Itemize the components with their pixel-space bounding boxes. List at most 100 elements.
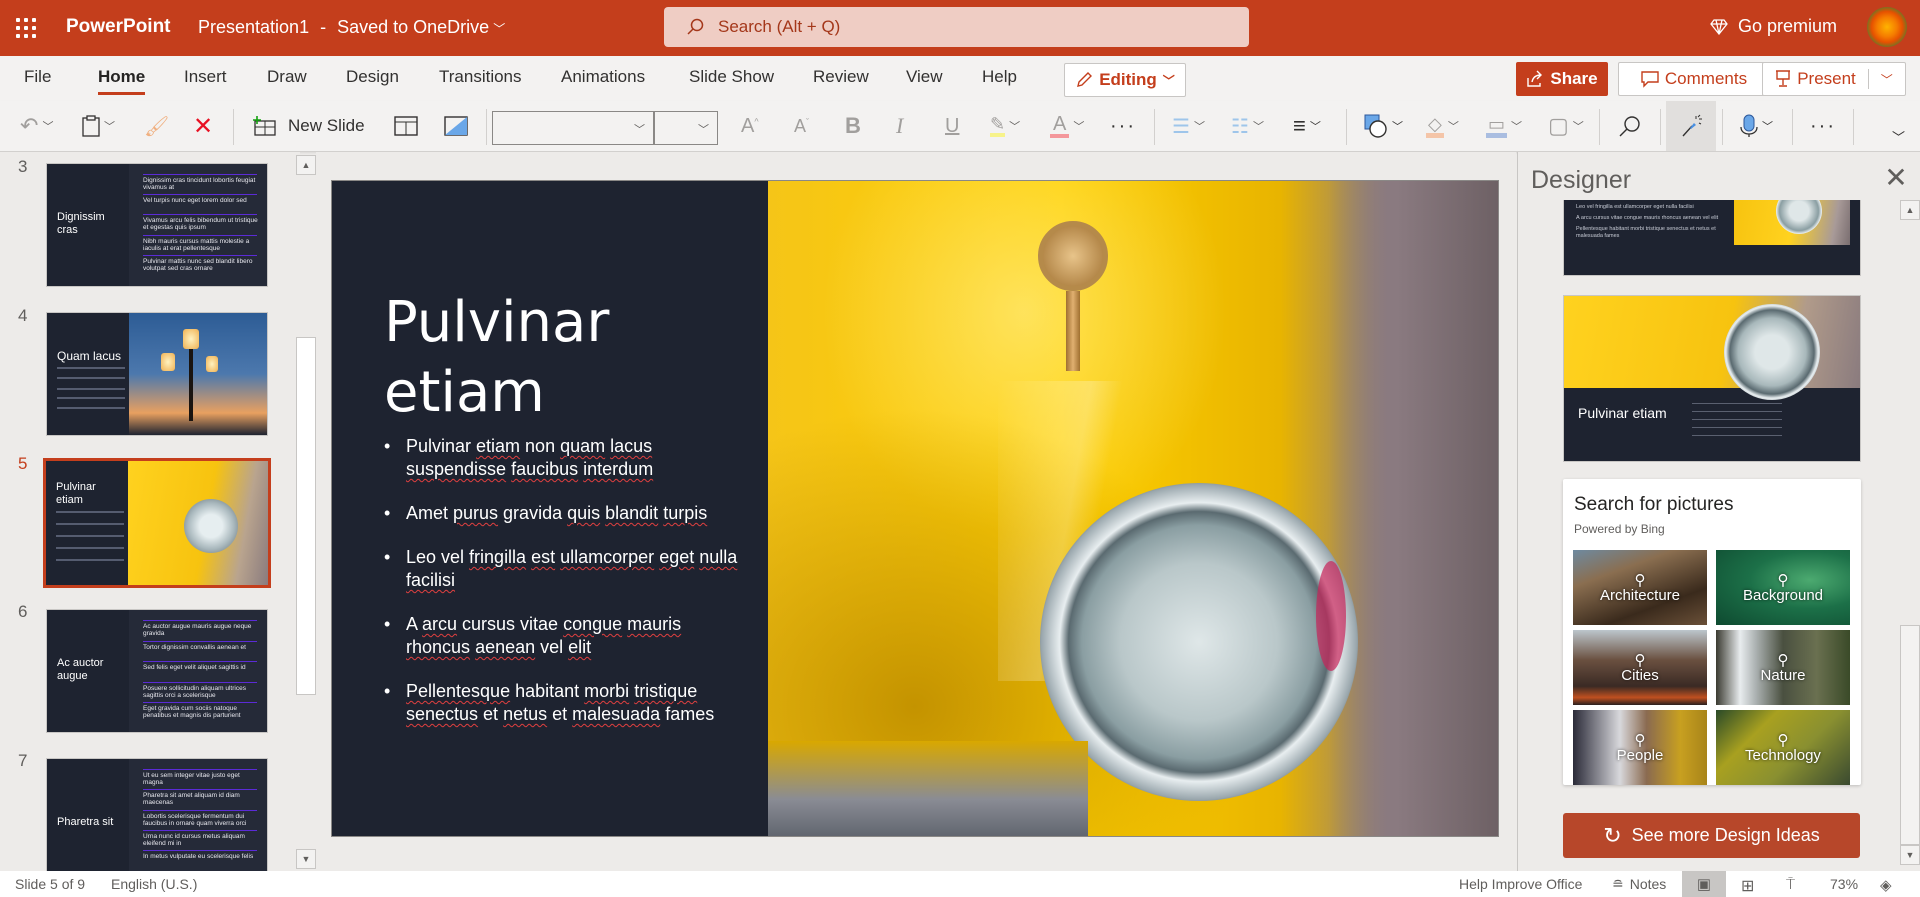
font-name-dropdown[interactable]: ﹀ [492,111,654,145]
find-button[interactable] [1618,111,1642,141]
paste-button[interactable]: ﹀ [82,111,115,141]
app-launcher-icon[interactable] [14,16,38,40]
tab-home[interactable]: Home [98,67,146,95]
scroll-up-button[interactable]: ▲ [1900,200,1920,220]
slide-thumbnail-7[interactable]: Pharetra sit Ut eu sem integer vitae jus… [46,758,268,871]
slide-thumbnail-4[interactable]: Quam lacus [46,312,268,436]
tab-view[interactable]: View [906,67,943,87]
tab-draw[interactable]: Draw [267,67,307,87]
bullet-text: cursus vitae [457,614,564,634]
close-icon[interactable]: ✕ [1881,162,1911,193]
designer-button[interactable] [1666,101,1716,151]
comments-button[interactable]: Comments [1618,62,1770,96]
design-idea-2[interactable]: Pulvinar etiam [1563,295,1861,462]
slide-thumbnail-5-selected[interactable]: Pulvinar etiam [43,458,271,588]
divider [1792,109,1793,145]
tab-slide-show[interactable]: Slide Show [689,67,774,87]
picture-format-button[interactable]: ▢ ﹀ [1548,111,1584,141]
scroll-thumb[interactable] [1900,625,1920,845]
shrink-font-button[interactable]: Aˇ [794,111,809,141]
picture-category-nature[interactable]: ⚲ Nature [1716,630,1850,705]
shape-fill-button[interactable]: ◇ ﹀ [1426,111,1459,141]
layout-button[interactable] [394,111,418,141]
bullets-button[interactable]: ☰ ﹀ [1172,111,1205,141]
lamp-light [161,353,175,371]
dictate-button[interactable]: ﹀ [1740,111,1773,141]
notes-button[interactable]: ≘ Notes [1612,876,1666,893]
app-name[interactable]: PowerPoint [66,16,171,38]
scroll-down-button[interactable]: ▼ [296,849,316,869]
reading-view-button[interactable]: ⍑ [1786,876,1795,893]
thumb-item: Lobortis scelerisque fermentum dui fauci… [143,813,247,827]
slide-bullet-list[interactable]: Pulvinar etiam non quam lacus suspendiss… [384,435,744,747]
designer-scrollbar[interactable]: ▲ ▼ [1900,200,1920,871]
picture-category-background[interactable]: ⚲ Background [1716,550,1850,625]
slide-thumbnail-3[interactable]: Dignissim cras Dignissim cras tincidunt … [46,163,268,287]
present-options-chevron-icon[interactable]: ﹀ [1881,71,1893,88]
font-color-button[interactable]: A ﹀ [1050,111,1084,141]
picture-category-architecture[interactable]: ⚲ Architecture [1573,550,1707,625]
picture-category-people[interactable]: ⚲ People [1573,710,1707,785]
help-improve-office-link[interactable]: Help Improve Office [1459,876,1582,892]
bullet-text: Leo vel [406,547,470,567]
bold-button[interactable]: B [845,111,861,141]
slide-sorter-button[interactable]: ⊞ [1741,876,1754,896]
format-painter-button[interactable]: 🖌 [144,111,169,141]
slide-thumbnail-6[interactable]: Ac auctor augue Ac auctor augue mauris a… [46,609,268,733]
italic-button[interactable]: I [896,111,903,141]
tab-review[interactable]: Review [813,67,869,87]
user-avatar[interactable] [1867,7,1907,47]
tab-animations[interactable]: Animations [561,67,645,87]
new-slide-button[interactable]: New Slide [252,111,365,141]
zoom-level[interactable]: 73% [1830,876,1858,892]
normal-view-button[interactable]: ▣ [1682,871,1726,897]
thumb-title: Dignissim cras [57,211,105,236]
search-box[interactable]: Search (Alt + Q) [664,7,1249,47]
see-more-design-ideas-button[interactable]: ↻ See more Design Ideas [1563,813,1860,858]
scroll-down-button[interactable]: ▼ [1900,845,1920,865]
present-button[interactable]: Present ﹀ [1762,62,1906,96]
slide-title[interactable]: Pulvinar etiam [384,288,609,428]
highlight-button[interactable]: ✎ ﹀ [990,111,1020,141]
picture-category-technology[interactable]: ⚲ Technology [1716,710,1850,785]
document-title[interactable]: Presentation1 - Saved to OneDrive ﹀ [198,17,505,38]
scroll-thumb[interactable] [296,337,316,695]
expand-ribbon-button[interactable]: ﹀ [1892,121,1905,151]
font-size-dropdown[interactable]: ﹀ [654,111,718,145]
chevron-down-icon: ﹀ [634,124,645,136]
language[interactable]: English (U.S.) [111,876,197,892]
slide-sorter-icon: ⊞ [1741,878,1755,895]
tab-transitions[interactable]: Transitions [439,67,522,87]
delete-button[interactable]: ✕ [193,111,213,141]
misspelled-word: tristique [634,681,698,701]
numbering-button[interactable]: ☷ ﹀ [1231,111,1264,141]
editing-mode-button[interactable]: Editing ﹀ [1064,63,1186,97]
shape-outline-button[interactable]: ▭ ﹀ [1486,111,1522,141]
tab-help[interactable]: Help [982,67,1017,87]
title-separator: - [320,17,327,37]
tab-file[interactable]: File [24,67,51,87]
slide-photo-yellow-car[interactable] [768,181,1498,836]
design-idea-1[interactable]: Leo vel fringilla est ullamcorper eget n… [1563,200,1861,276]
share-button[interactable]: Share [1516,62,1608,96]
current-slide[interactable]: Pulvinar etiam Pulvinar etiam non quam l… [331,180,1499,837]
thumbnail-scrollbar[interactable]: ▲ ▼ [296,152,316,871]
bullet-text: et [478,704,504,724]
tab-insert[interactable]: Insert [184,67,227,87]
underline-button[interactable]: U [945,111,959,141]
tab-design[interactable]: Design [346,67,399,87]
more-font-button[interactable]: ··· [1110,111,1136,141]
go-premium-button[interactable]: Go premium [1710,16,1837,37]
slide-title-line: etiam [384,360,545,425]
more-options-button[interactable]: ··· [1810,111,1836,141]
diamond-icon [1710,18,1728,35]
fit-to-window-button[interactable]: ◈ [1880,876,1892,894]
align-button[interactable]: ≡ ﹀ [1293,111,1321,141]
scroll-up-button[interactable]: ▲ [296,155,316,175]
picture-category-cities[interactable]: ⚲ Cities [1573,630,1707,705]
grow-font-button[interactable]: A^ [741,111,759,141]
undo-button[interactable]: ↶ ﹀ [20,111,53,141]
thumb-bullet-line [57,367,125,369]
format-background-button[interactable] [444,111,468,141]
shapes-button[interactable]: ﹀ [1364,111,1403,141]
